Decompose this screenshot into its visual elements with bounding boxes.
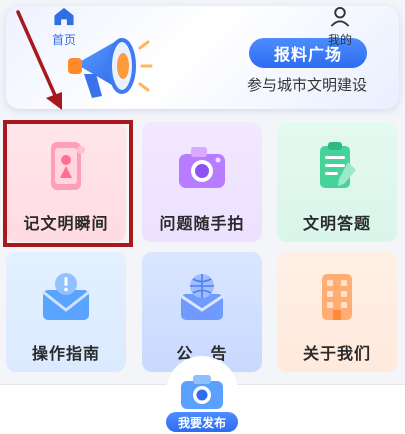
globe-envelope-icon bbox=[180, 274, 224, 320]
nav-home[interactable]: 首页 bbox=[34, 6, 94, 48]
user-icon bbox=[330, 6, 350, 27]
tile-label: 关于我们 bbox=[302, 344, 371, 363]
tile-report-problem-photo[interactable]: 问题随手拍 bbox=[142, 122, 262, 242]
phone-capture-icon bbox=[51, 142, 85, 190]
tile-about-us[interactable]: 关于我们 bbox=[277, 252, 397, 372]
tile-label: 记文明瞬间 bbox=[23, 214, 109, 233]
tile-label: 问题随手拍 bbox=[159, 214, 245, 233]
tile-record-civilized-moment[interactable]: 记文明瞬间 bbox=[6, 122, 126, 242]
camera-icon[interactable] bbox=[178, 372, 226, 412]
tile-announcement[interactable]: 公 告 bbox=[142, 252, 262, 372]
publish-button[interactable]: 我要发布 bbox=[166, 412, 238, 432]
nav-mine-label: 我的 bbox=[327, 33, 352, 47]
banner-subtitle: 参与城市文明建设 bbox=[246, 76, 367, 94]
tile-civilization-quiz[interactable]: 文明答题 bbox=[277, 122, 397, 242]
nav-home-label: 首页 bbox=[51, 33, 76, 47]
camera-icon bbox=[179, 147, 225, 188]
tile-label: 操作指南 bbox=[31, 344, 100, 363]
envelope-alert-icon bbox=[42, 273, 90, 320]
tile-operation-guide[interactable]: 操作指南 bbox=[6, 252, 126, 372]
tile-label: 文明答题 bbox=[302, 214, 371, 233]
building-icon bbox=[322, 274, 352, 320]
clipboard-pen-icon bbox=[320, 142, 356, 188]
nav-mine[interactable]: 我的 bbox=[310, 6, 370, 48]
home-icon bbox=[54, 7, 74, 26]
